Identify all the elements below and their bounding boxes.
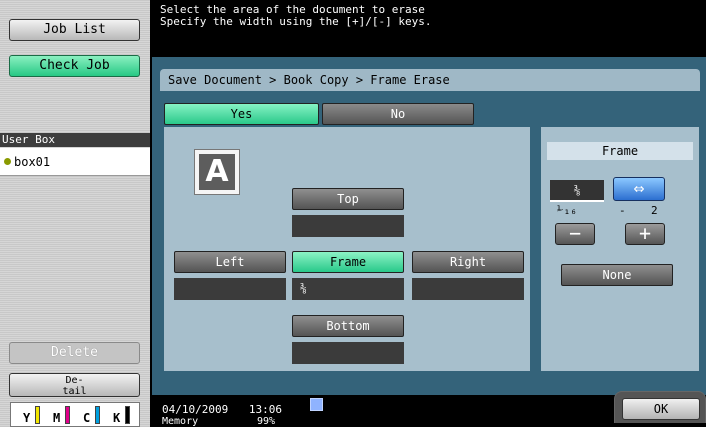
- yes-button[interactable]: Yes: [164, 103, 319, 125]
- time: 13:06: [248, 403, 282, 416]
- document-letter: A: [199, 154, 235, 190]
- status-bar: 04/10/2009 13:06 Memory 99% OK: [152, 391, 706, 427]
- range-separator: -: [619, 204, 626, 217]
- instruction-message: Select the area of the document to erase…: [160, 4, 700, 28]
- check-job-button[interactable]: Check Job: [9, 55, 140, 77]
- left-button[interactable]: Left: [174, 251, 286, 273]
- toner-m-bar: [65, 406, 70, 424]
- memory-percent: 99%: [257, 416, 276, 427]
- plus-icon: +: [638, 221, 652, 245]
- user-box-item[interactable]: box01: [0, 148, 150, 176]
- top-button[interactable]: Top: [292, 188, 404, 210]
- toner-k-label: K: [113, 411, 121, 425]
- breadcrumb: Save Document > Book Copy > Frame Erase: [160, 69, 700, 91]
- toner-indicator: Y M C K: [10, 402, 140, 427]
- job-list-button[interactable]: Job List: [9, 19, 140, 41]
- double-arrow-icon: ⇔: [633, 178, 645, 199]
- memory-label: Memory: [162, 416, 199, 427]
- toner-y-label: Y: [23, 411, 31, 425]
- right-button[interactable]: Right: [412, 251, 524, 273]
- left-panel: Job List Check Job User Box box01 Delete…: [0, 0, 150, 427]
- frame-settings-panel: Frame ⅜ ⇔ ⅟₁₆ - 2 − + None: [541, 127, 699, 371]
- delete-button[interactable]: Delete: [9, 342, 140, 364]
- frame-settings-header: Frame: [547, 142, 693, 160]
- user-box-item-label: box01: [14, 155, 51, 169]
- frame-value: ⅜: [292, 278, 404, 300]
- bottom-value: [292, 342, 404, 364]
- toner-c-label: C: [83, 411, 91, 425]
- minus-button[interactable]: −: [555, 223, 595, 245]
- range-min: ⅟₁₆: [557, 204, 577, 217]
- no-button[interactable]: No: [322, 103, 474, 125]
- network-icon: [310, 398, 323, 411]
- frame-button[interactable]: Frame: [292, 251, 404, 273]
- left-value: [174, 278, 286, 300]
- user-box-header: User Box: [0, 133, 150, 147]
- minus-icon: −: [568, 221, 582, 245]
- date-time: 04/10/2009 13:06: [162, 404, 282, 415]
- right-value: [412, 278, 524, 300]
- document-icon: A: [194, 149, 240, 195]
- none-button[interactable]: None: [561, 264, 673, 286]
- plus-button[interactable]: +: [625, 223, 665, 245]
- bottom-button[interactable]: Bottom: [292, 315, 404, 337]
- frame-width-value: ⅜: [550, 180, 604, 202]
- toner-c-bar: [95, 406, 100, 424]
- box-icon: [4, 158, 11, 165]
- frame-erase-area: A Top Left Frame ⅜ Right Bottom: [164, 127, 530, 371]
- main-panel: Save Document > Book Copy > Frame Erase …: [152, 57, 706, 395]
- toner-y-bar: [35, 406, 40, 424]
- toner-k-bar: [125, 406, 130, 424]
- range-max: 2: [651, 204, 658, 217]
- top-value: [292, 215, 404, 237]
- unit-toggle-button[interactable]: ⇔: [613, 177, 665, 201]
- toner-m-label: M: [53, 411, 61, 425]
- ok-button[interactable]: OK: [622, 398, 700, 420]
- detail-button[interactable]: De- tail: [9, 373, 140, 397]
- message-line-2: Specify the width using the [+]/[-] keys…: [160, 15, 432, 28]
- date: 04/10/2009: [162, 403, 229, 416]
